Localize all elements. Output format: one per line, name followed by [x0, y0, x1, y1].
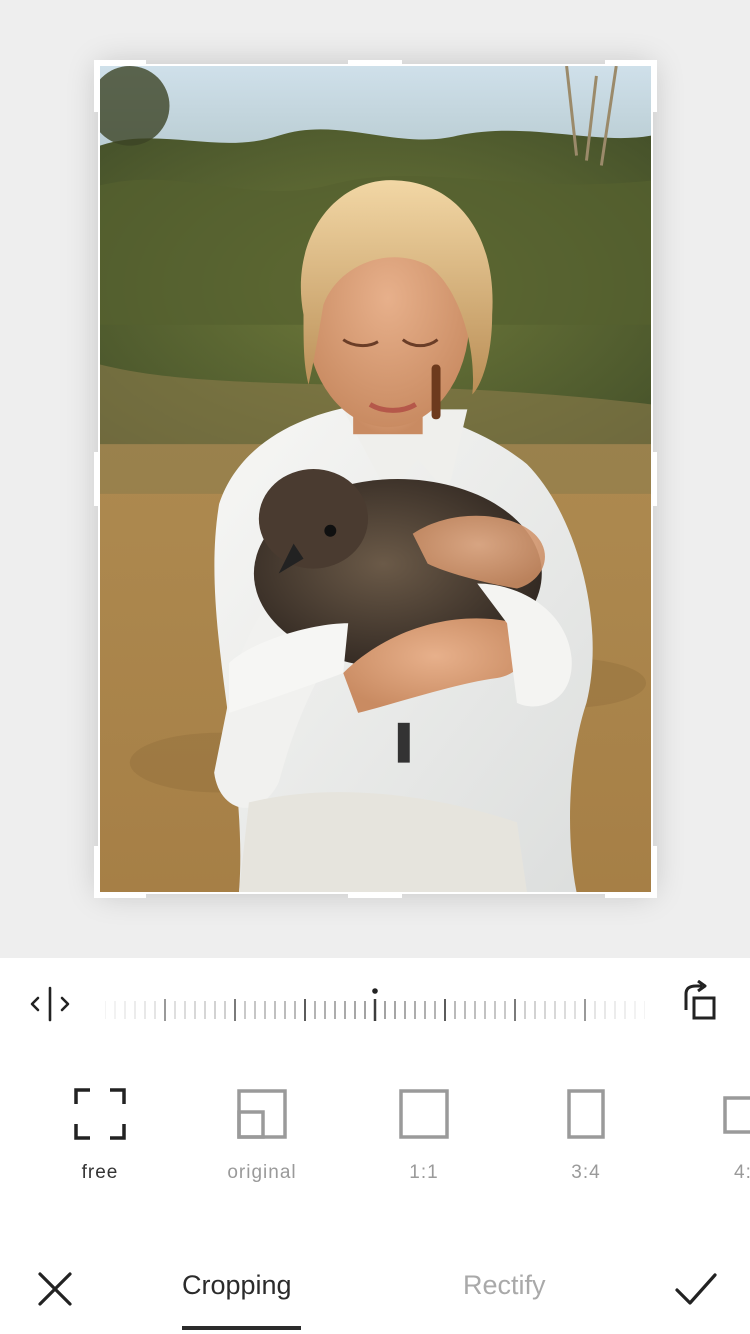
photo-crop-frame[interactable]	[94, 60, 657, 898]
crop-handle-top-right-v[interactable]	[652, 60, 657, 112]
flip-button[interactable]	[28, 986, 72, 1022]
ratio-free[interactable]: free	[40, 1076, 160, 1196]
crop-handle-top-right-h[interactable]	[605, 60, 657, 65]
photo	[98, 64, 653, 894]
original-ratio-icon	[237, 1089, 287, 1139]
ratio-original[interactable]: original	[202, 1076, 322, 1196]
straighten-ruler[interactable]	[104, 988, 646, 1022]
ratio-label-free: free	[81, 1162, 119, 1183]
ratio-label-3-4: 3:4	[571, 1162, 601, 1183]
crop-canvas	[0, 0, 750, 958]
crop-handle-bottom-mid[interactable]	[348, 893, 402, 898]
ratio-4-3[interactable]: 4:	[688, 1076, 750, 1196]
crop-handle-top-left-h[interactable]	[94, 60, 146, 65]
ratio-1-1[interactable]: 1:1	[364, 1076, 484, 1196]
crop-handle-bottom-right-h[interactable]	[605, 893, 657, 898]
rotate-icon	[684, 979, 716, 1020]
tab-rectify[interactable]: Rectify	[463, 1270, 546, 1301]
tab-cropping-underline	[182, 1326, 301, 1330]
tab-cropping[interactable]: Cropping	[182, 1270, 292, 1301]
crop-handle-left-mid[interactable]	[94, 452, 99, 506]
crop-handle-top-left-v[interactable]	[94, 60, 99, 112]
ruler-ticks	[104, 988, 646, 1021]
crop-handle-right-mid[interactable]	[652, 452, 657, 506]
confirm-button[interactable]	[674, 1270, 718, 1308]
crop-handle-bottom-left-v[interactable]	[94, 846, 99, 898]
photo-illustration	[100, 66, 651, 892]
flip-horizontal-icon	[30, 986, 70, 1022]
crop-handle-bottom-left-h[interactable]	[94, 893, 146, 898]
crop-handle-top-mid[interactable]	[348, 60, 402, 65]
portrait-ratio-icon	[567, 1089, 605, 1139]
free-crop-icon	[74, 1088, 126, 1140]
square-ratio-icon	[399, 1089, 449, 1139]
ratio-label-4-3: 4:	[734, 1162, 750, 1183]
rotate-button[interactable]	[678, 979, 722, 1024]
ruler-indicator-dot	[372, 988, 378, 994]
ratio-label-1-1: 1:1	[409, 1162, 439, 1183]
aspect-ratio-list: free original 1:1 3:4 4:	[0, 1076, 750, 1196]
bottom-toolbar: Cropping Rectify	[0, 1244, 750, 1334]
edit-panel: free original 1:1 3:4 4:	[0, 958, 750, 1334]
ratio-3-4[interactable]: 3:4	[526, 1076, 646, 1196]
crop-handle-bottom-right-v[interactable]	[652, 846, 657, 898]
landscape-ratio-icon	[723, 1096, 750, 1134]
ratio-label-original: original	[227, 1162, 297, 1183]
check-icon	[675, 1273, 717, 1305]
close-icon	[38, 1272, 72, 1306]
cancel-button[interactable]	[36, 1270, 74, 1308]
